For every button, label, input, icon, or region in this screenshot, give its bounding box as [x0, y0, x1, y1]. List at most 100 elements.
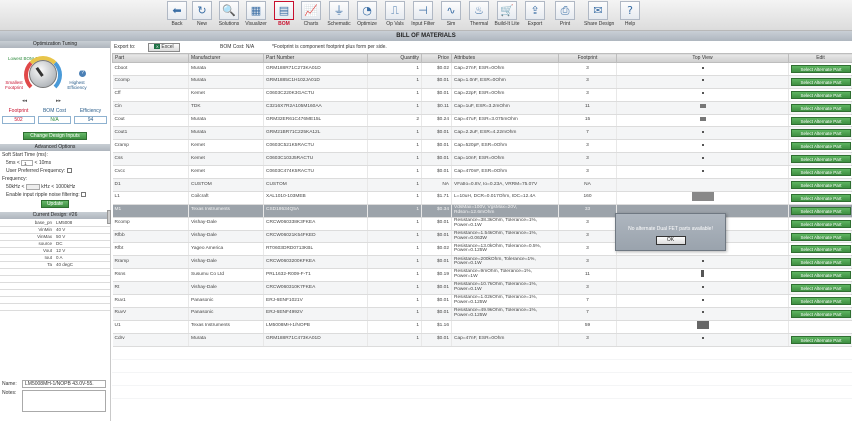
column-header-price[interactable]: Price [421, 53, 452, 63]
toolbar-export-button[interactable]: ⇪ Export [521, 1, 549, 30]
table-row[interactable]: M1 Texas Instruments CSD19534Q5A 1 $0.34 VdsM… [112, 204, 852, 218]
toolbar-label: Help [624, 21, 636, 27]
select-alternate-part-button[interactable]: Select Alternate Part [791, 284, 851, 293]
part-number-cell: ERJ-6ENF1021V [263, 294, 368, 308]
table-row[interactable]: U1 Texas Instruments LM5008MH-1/NOPB 1 $1.16… [112, 320, 852, 334]
footprint-cell: 3 [558, 255, 617, 270]
column-header-quantity[interactable]: Quantity [367, 53, 422, 63]
toolbar-schematic-button[interactable]: ⏚ Schematic [325, 1, 353, 30]
column-header-part[interactable]: Part [112, 53, 189, 63]
bom-main: Export to: X Excel BOM Cost: N/A *Footpri… [112, 41, 852, 421]
toolbar-sim-button[interactable]: ∿ Sim [437, 1, 465, 30]
table-row[interactable]: D1 CUSTOM CUSTOM 1 NA VFatIo=0.8V, Io=0.23A, … [112, 178, 852, 192]
select-alternate-part-button[interactable]: Select Alternate Part [791, 232, 851, 241]
quantity-cell: 1 [367, 178, 422, 192]
select-alternate-part-button[interactable]: Select Alternate Part [791, 77, 851, 86]
efficiency-label: Efficiency [79, 108, 102, 114]
toolbar-help-button[interactable]: ? Help [616, 1, 644, 30]
table-row[interactable]: Cvcc Kemet C0603C474K5RACTU 1 $0.01 Cap=470nF… [112, 165, 852, 180]
column-header-top-view[interactable]: Top View [616, 53, 789, 63]
toolbar-print-button[interactable]: ⎙ Print [551, 1, 579, 30]
toolbar-visualizer-button[interactable]: ▦ Visualizer [242, 1, 270, 30]
top-view-cell [616, 152, 789, 167]
table-row[interactable]: Css Kemet C0603C103J5RACTU 1 $0.01 Cap=10nF, … [112, 152, 852, 167]
select-alternate-part-button[interactable]: Select Alternate Part [791, 193, 851, 202]
part-cell: Cff [112, 88, 189, 102]
quantity-cell: 2 [367, 114, 422, 128]
select-alternate-part-button[interactable]: Select Alternate Part [791, 245, 851, 254]
select-alternate-part-button[interactable]: Select Alternate Part [791, 116, 851, 125]
manufacturer-cell: Murata [188, 126, 264, 141]
footprint-cell: 33 [558, 204, 617, 218]
toolbar-back-button[interactable]: ⬅ Back [163, 1, 191, 30]
user-freq-checkbox[interactable] [66, 168, 72, 174]
update-button[interactable]: Update [41, 200, 69, 208]
column-header-attributes[interactable]: Attributes [451, 53, 559, 63]
table-row[interactable]: Cout1 Murata GRM21BR71C225KA12L 1 $0.01 Cap=2… [112, 126, 852, 141]
soft-start-input[interactable]: 1 [21, 159, 34, 166]
toolbar-thermal-button[interactable]: ♨ Thermal [465, 1, 493, 30]
select-alternate-part-button[interactable]: Select Alternate Part [791, 90, 851, 99]
table-row[interactable]: L1 Coilcraft XAL1010-103MEB 1 $1.71 L=10uH, D… [112, 191, 852, 205]
table-row[interactable]: Cout Murata GRM32ER61C476ME15L 2 $0.24 Cap=47… [112, 114, 852, 128]
help-icon[interactable]: ? [79, 70, 86, 77]
select-alternate-part-button[interactable]: Select Alternate Part [791, 142, 851, 151]
table-row[interactable]: Ccomp Murata GRM1885C1H102JA01D 1 $0.01 Cap=1… [112, 75, 852, 89]
table-row[interactable]: Rfbt Yageo America RT0603DRD0713KBL 1 $0.02 R… [112, 242, 852, 257]
table-row[interactable]: Cramp Kemet C0603C521K5RACTU 1 $0.01 Cap=520p… [112, 139, 852, 154]
manufacturer-cell: Kemet [188, 152, 264, 167]
select-alternate-part-button[interactable]: Select Alternate Part [791, 309, 851, 318]
design-param-value: 12 V [54, 247, 110, 255]
select-alternate-part-button[interactable]: Select Alternate Part [791, 258, 851, 267]
column-header-part-number[interactable]: Part Number [263, 53, 368, 63]
toolbar-new-button[interactable]: ↻ New [188, 1, 216, 30]
table-row[interactable]: Rcomp Vishay-Dale CRCW060338K3FKEA 1 $0.01 Re… [112, 217, 852, 231]
name-field[interactable]: LM5008MH-1/NOPB 43.0V-55. [22, 380, 106, 388]
select-alternate-part-button[interactable]: Select Alternate Part [791, 219, 851, 228]
quantity-cell: 1 [367, 88, 422, 102]
enable-filter-checkbox[interactable] [81, 192, 87, 198]
select-alternate-part-button[interactable]: Select Alternate Part [791, 103, 851, 112]
table-row[interactable]: Cin TDK C3216X7R2A105M160AA 1 $0.11 Cap=1uF, … [112, 101, 852, 115]
select-alternate-part-button[interactable]: Select Alternate Part [791, 206, 851, 215]
toolbar-op-vals-button[interactable]: ⎍ Op Vals [381, 1, 409, 30]
table-row[interactable]: Rfbb Vishay-Dale CRCW06021K54FKED 1 $0.01 Res… [112, 230, 852, 244]
select-alternate-part-button[interactable]: Select Alternate Part [791, 64, 851, 73]
toolbar-charts-button[interactable]: 📈 Charts [297, 1, 325, 30]
select-alternate-part-button[interactable]: Select Alternate Part [791, 296, 851, 305]
price-cell: $1.71 [421, 191, 452, 205]
select-alternate-part-button[interactable]: Select Alternate Part [791, 168, 851, 177]
toolbar-optimize-button[interactable]: ◔ Optimize [353, 1, 381, 30]
table-row[interactable]: Ruv1 Panasonic ERJ-6ENF1021V 1 $0.01 Resistan… [112, 294, 852, 308]
table-row[interactable]: Cboot Murata GRM188R71C273KA01D 1 $0.02 Cap=2… [112, 62, 852, 76]
select-alternate-part-button[interactable]: Select Alternate Part [791, 129, 851, 138]
excel-export-button[interactable]: X Excel [148, 43, 180, 52]
table-row[interactable]: Rt Vishay-Dale CRCW060310K7FKEA 1 $0.01 Resis… [112, 281, 852, 296]
table-row[interactable]: Rsns Susumu Co Ltd PRL1632-R009-F-T1 1 $0.19… [112, 268, 852, 283]
select-alternate-part-button[interactable]: Select Alternate Part [791, 271, 851, 280]
change-design-inputs-button[interactable]: Change Design Inputs [23, 132, 87, 140]
column-header-manufacturer[interactable]: Manufacturer [188, 53, 264, 63]
toolbar-input-filter-button[interactable]: ⊣ Input Filter [409, 1, 437, 30]
toolbar-build-it-lite-button[interactable]: 🛒 Build-It Lite [493, 1, 521, 30]
table-row[interactable]: Cdrv Murata GRM188R71C473KA01D 1 $0.01 Cap=47… [112, 333, 852, 347]
knob-decrease-arrow-icon[interactable]: ◂◂ [22, 98, 27, 104]
alert-ok-button[interactable]: OK [655, 236, 686, 245]
table-row[interactable]: Cff Kemet C0603C220K3GACTU 1 $0.01 Cap=22pF, … [112, 88, 852, 102]
freq-input[interactable] [25, 183, 40, 190]
table-row[interactable]: Rramp Vishay-Dale CRCW0603200KFKEA 1 $0.01 Re… [112, 255, 852, 270]
toolbar-bom-button[interactable]: ▤ BOM [270, 1, 298, 30]
knob-increase-arrow-icon[interactable]: ▸▸ [56, 98, 61, 104]
left-panel-scrollbar[interactable] [107, 210, 111, 224]
part-number-cell: CRCW060310K7FKEA [263, 281, 368, 296]
select-alternate-part-button[interactable]: Select Alternate Part [791, 180, 851, 189]
toolbar-share-design-button[interactable]: ✉ Share Design [584, 1, 614, 30]
notes-field[interactable] [22, 390, 106, 412]
manufacturer-cell: Panasonic [188, 294, 264, 308]
select-alternate-part-button[interactable]: Select Alternate Part [791, 155, 851, 164]
select-alternate-part-button[interactable]: Select Alternate Part [791, 335, 851, 344]
table-row[interactable]: RuvV Panasonic ERJ-6ENF4992V 1 $0.01 Resistan… [112, 307, 852, 321]
column-header-footprint[interactable]: Footprint [558, 53, 617, 63]
column-header-edit[interactable]: Edit [788, 53, 852, 63]
toolbar-solutions-button[interactable]: 🔍 Solutions [215, 1, 243, 30]
